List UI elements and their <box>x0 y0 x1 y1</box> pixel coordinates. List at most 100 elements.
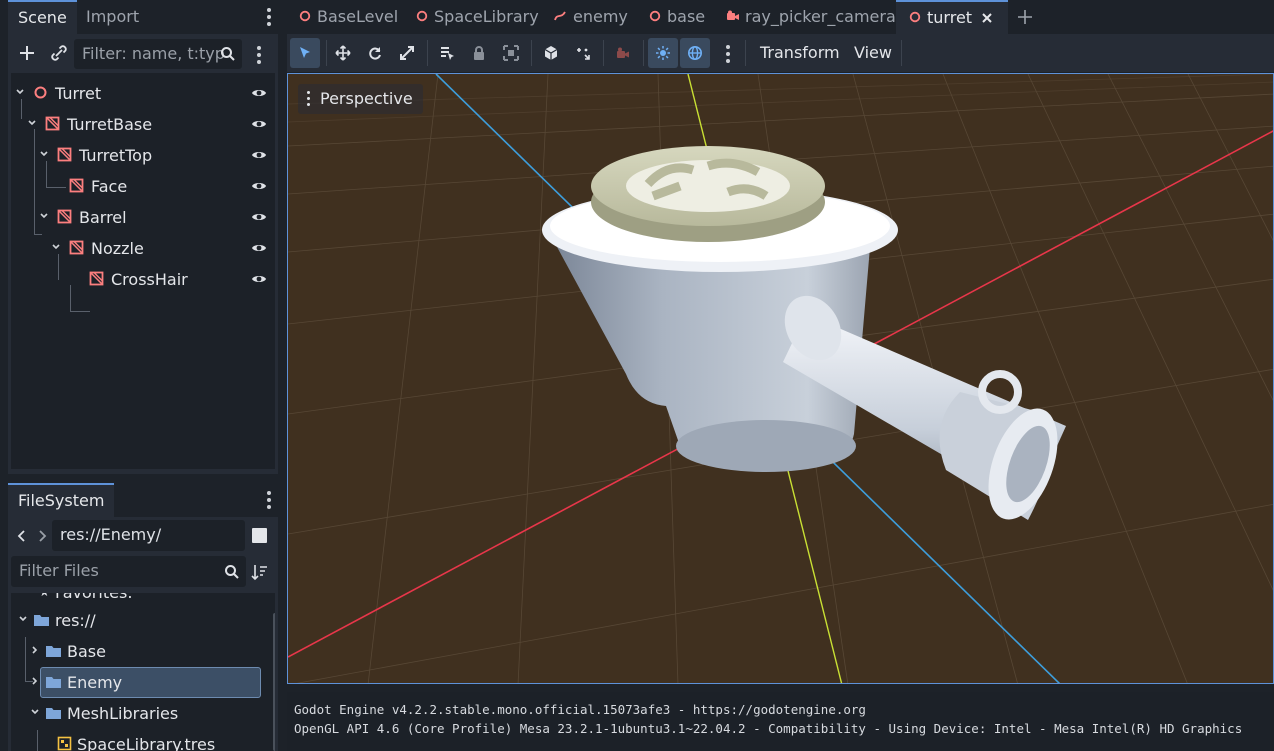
fs-item-label: SpaceLibrary.tres <box>77 735 216 751</box>
mesh-instance-icon <box>89 271 104 286</box>
chevron-right-icon[interactable] <box>30 676 40 686</box>
scene-tab-ray-picker-camera[interactable]: ray_picker_camera <box>716 0 896 34</box>
scene-tab-label: BaseLevel <box>317 7 399 26</box>
3d-viewport[interactable]: Perspective <box>287 73 1274 684</box>
forward-icon[interactable] <box>36 529 48 543</box>
rotate-icon <box>369 47 381 60</box>
add-scene-tab-icon[interactable] <box>1017 9 1033 25</box>
scene-node-label: Nozzle <box>91 239 144 258</box>
scene-tree: Turret TurretBase TurretTop Face Barrel … <box>11 73 275 469</box>
fs-item-res-root[interactable]: res:// <box>11 605 275 636</box>
scene-node-turretbase[interactable]: TurretBase <box>11 109 275 140</box>
group-icon <box>503 45 519 61</box>
output-line: Godot Engine v4.2.2.stable.mono.official… <box>294 702 866 717</box>
fs-item-label: Base <box>67 642 106 661</box>
scale-mode-button[interactable] <box>392 38 422 68</box>
chevron-down-icon[interactable] <box>39 211 49 221</box>
list-select-icon <box>441 47 454 60</box>
scene-tab-base[interactable]: base <box>636 0 716 34</box>
chevron-down-icon[interactable] <box>18 614 28 624</box>
chevron-down-icon[interactable] <box>39 149 49 159</box>
chevron-right-icon[interactable] <box>30 645 40 655</box>
search-icon <box>221 47 235 61</box>
node3d-icon <box>299 10 311 22</box>
snap-button[interactable] <box>536 38 566 68</box>
transform-menu[interactable]: Transform <box>760 43 840 62</box>
instance-scene-icon[interactable] <box>48 42 70 64</box>
visibility-icon[interactable] <box>251 241 267 255</box>
lock-button[interactable] <box>464 38 494 68</box>
tab-import[interactable]: Import <box>76 0 149 34</box>
scene-dock-menu-icon[interactable] <box>267 8 271 29</box>
path-field[interactable]: res://Enemy/ <box>52 520 245 551</box>
node3d-icon <box>649 10 661 22</box>
folder-icon <box>46 677 61 688</box>
filesystem-dock: FileSystem res://Enemy/ Filter Files ★ F… <box>8 483 278 751</box>
scene-dock-tabbar: Scene Import <box>8 0 278 34</box>
scene-node-crosshair[interactable]: CrossHair <box>11 264 275 295</box>
visibility-icon[interactable] <box>251 272 267 286</box>
perspective-menu[interactable]: Perspective <box>298 84 423 114</box>
fs-item-spacelibrary[interactable]: SpaceLibrary.tres <box>11 729 275 751</box>
rotate-mode-button[interactable] <box>360 38 390 68</box>
filter-files-input[interactable]: Filter Files <box>11 556 246 587</box>
visibility-icon[interactable] <box>251 148 267 162</box>
scene-tab-label: enemy <box>573 7 628 26</box>
cube-icon <box>544 46 558 60</box>
scene-tab-spacelibrary[interactable]: SpaceLibrary <box>404 0 540 34</box>
scene-node-nozzle[interactable]: Nozzle <box>11 233 275 264</box>
visibility-icon[interactable] <box>251 86 267 100</box>
filesystem-tree: ★ Favorites: res:// Base Enemy <box>11 593 275 751</box>
visibility-icon[interactable] <box>251 210 267 224</box>
select-mode-button[interactable] <box>290 38 320 68</box>
chevron-down-icon[interactable] <box>27 118 37 128</box>
scene-options-icon[interactable] <box>257 46 261 67</box>
fs-item-label: MeshLibraries <box>67 704 179 723</box>
camera-preview-button[interactable] <box>608 38 638 68</box>
scene-node-barrel[interactable]: Barrel <box>11 202 275 233</box>
visibility-icon[interactable] <box>251 117 267 131</box>
tab-scene[interactable]: Scene <box>8 0 77 34</box>
group-button[interactable] <box>496 38 526 68</box>
chevron-down-icon[interactable] <box>51 242 61 252</box>
scene-tab-enemy[interactable]: enemy <box>540 0 636 34</box>
fs-item-enemy[interactable]: Enemy <box>11 667 275 698</box>
close-icon[interactable] <box>981 12 993 24</box>
mesh-instance-icon <box>45 116 60 131</box>
list-select-button[interactable] <box>432 38 462 68</box>
globe-icon <box>688 46 702 60</box>
chevron-down-icon[interactable] <box>30 707 40 717</box>
scene-tab-baselevel[interactable]: BaseLevel <box>287 0 404 34</box>
scene-tab-turret[interactable]: turret <box>896 0 1008 34</box>
environment-preview-button[interactable] <box>680 38 710 68</box>
local-space-button[interactable] <box>568 38 598 68</box>
add-node-icon[interactable] <box>16 42 38 64</box>
scene-tabs: BaseLevel SpaceLibrary enemy base ray_pi… <box>287 0 1274 34</box>
fs-item-base[interactable]: Base <box>11 636 275 667</box>
meshlibrary-icon <box>57 736 72 751</box>
chevron-down-icon[interactable] <box>15 87 25 97</box>
node3d-icon <box>34 86 47 99</box>
layout-toggle-icon[interactable] <box>252 528 267 543</box>
local-space-icon <box>577 48 590 60</box>
toolbar-more-icon[interactable] <box>726 45 730 66</box>
node3d-icon <box>909 11 921 23</box>
mesh-instance-icon <box>57 147 72 162</box>
favorites-label: Favorites: <box>55 593 133 602</box>
scene-filter-input[interactable]: Filter: name, t:typ <box>74 39 242 69</box>
view-menu[interactable]: View <box>854 43 892 62</box>
back-icon[interactable] <box>16 529 28 543</box>
scene-tab-label: SpaceLibrary <box>434 7 539 26</box>
sort-icon[interactable] <box>251 563 269 581</box>
move-mode-button[interactable] <box>328 38 358 68</box>
filesystem-scrollbar[interactable] <box>273 613 275 751</box>
fs-item-meshlibraries[interactable]: MeshLibraries <box>11 698 275 729</box>
filesystem-dock-menu-icon[interactable] <box>267 491 271 512</box>
scene-node-turrettop[interactable]: TurretTop <box>11 140 275 171</box>
scene-node-face[interactable]: Face <box>11 171 275 202</box>
tab-filesystem[interactable]: FileSystem <box>8 483 115 517</box>
visibility-icon[interactable] <box>251 179 267 193</box>
sun-preview-button[interactable] <box>648 38 678 68</box>
node3d-icon <box>416 10 428 22</box>
scene-node-turret[interactable]: Turret <box>11 78 275 109</box>
